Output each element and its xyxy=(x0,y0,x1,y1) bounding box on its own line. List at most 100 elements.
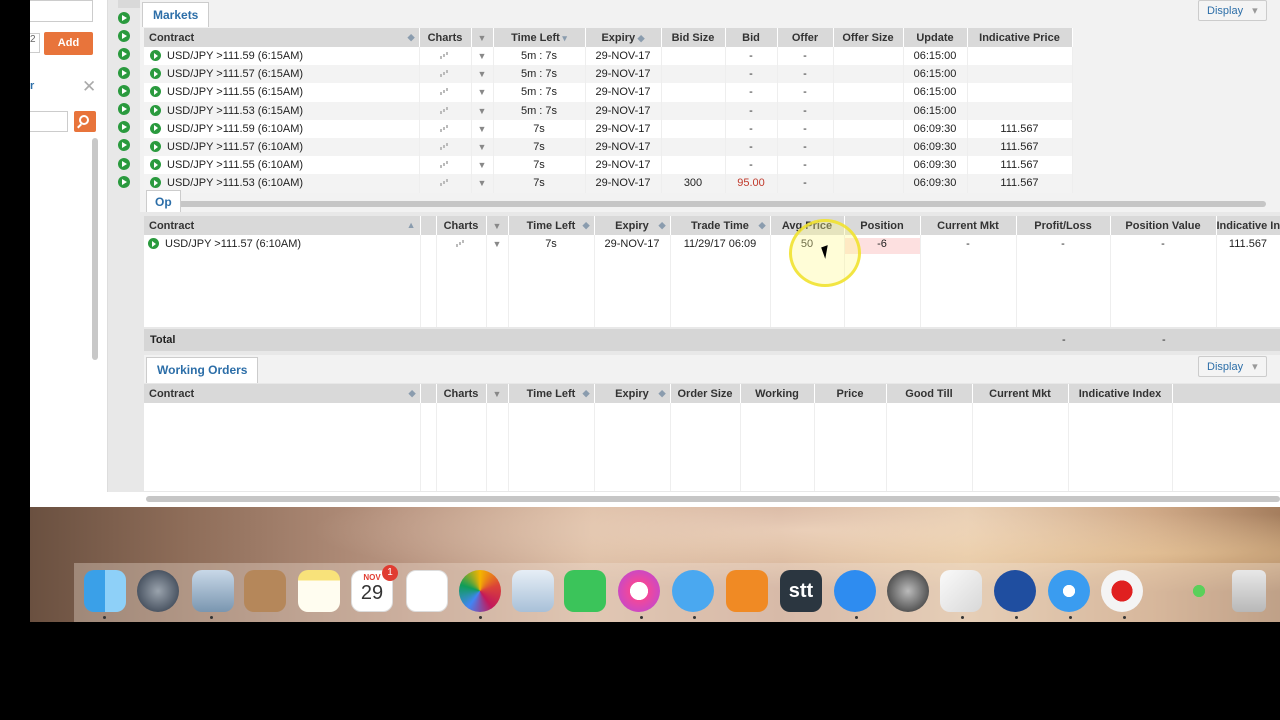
search-input[interactable] xyxy=(30,111,68,132)
table-row[interactable]: USD/JPY >111.59 (6:15AM) ▼ 5m : 7s 29-NOV-1… xyxy=(144,47,1073,66)
col-position[interactable]: Position xyxy=(844,216,921,235)
col-contract[interactable]: Contract ▲ xyxy=(144,216,421,235)
table-row[interactable]: USD/JPY >111.55 (6:10AM) ▼ 7s 29-NOV-17 - - 06… xyxy=(144,156,1073,175)
col-position-value[interactable]: Position Value xyxy=(1110,216,1217,235)
bar-chart-icon[interactable] xyxy=(440,160,450,169)
preview-icon[interactable] xyxy=(192,570,234,612)
chevron-down-icon[interactable]: ▼ xyxy=(478,69,487,79)
bar-chart-icon[interactable] xyxy=(440,106,450,114)
sort-icon[interactable]: ◆ xyxy=(409,388,416,399)
quantity-field[interactable]: 2 xyxy=(30,33,40,53)
col-bid[interactable]: Bid xyxy=(725,28,778,47)
position-menu[interactable]: ▼ xyxy=(486,235,509,327)
play-icon[interactable] xyxy=(150,104,161,116)
table-row[interactable]: USD/JPY >111.59 (6:10AM) ▼ 7s 29-NOV-17 - - 06… xyxy=(144,119,1073,138)
sort-icon[interactable]: ◆ xyxy=(583,220,590,231)
market-contract[interactable]: USD/JPY >111.55 (6:15AM) xyxy=(144,83,420,102)
market-menu[interactable]: ▼ xyxy=(471,47,494,66)
sparkle-app-icon[interactable] xyxy=(1178,570,1220,612)
calendar-icon[interactable]: NOV 29 1 xyxy=(351,565,398,612)
play-icon[interactable] xyxy=(118,12,130,24)
chevron-down-icon[interactable]: ▼ xyxy=(478,142,487,152)
chevron-down-icon[interactable]: ▼ xyxy=(493,221,502,231)
trash-icon[interactable] xyxy=(1232,570,1266,612)
table-row[interactable]: USD/JPY >111.55 (6:15AM) ▼ 5m : 7s 29-NOV-1… xyxy=(144,83,1073,102)
markets-display-button[interactable]: Display xyxy=(1198,0,1267,21)
itunes-icon[interactable] xyxy=(618,570,660,612)
position-chart[interactable] xyxy=(436,235,487,327)
col-time-left[interactable]: Time Left ◆ xyxy=(508,216,595,235)
play-icon[interactable] xyxy=(150,177,161,189)
col-charts[interactable]: Charts xyxy=(436,384,487,403)
play-icon[interactable] xyxy=(148,238,159,249)
market-menu[interactable]: ▼ xyxy=(471,137,494,157)
bar-chart-icon[interactable] xyxy=(440,87,450,96)
col-menu[interactable]: ▼ xyxy=(486,216,509,235)
play-icon[interactable] xyxy=(118,66,130,79)
market-contract[interactable]: USD/JPY >111.59 (6:15AM) xyxy=(144,47,420,66)
market-contract[interactable]: USD/JPY >111.55 (6:10AM) xyxy=(144,156,420,175)
sort-icon[interactable]: ▲ xyxy=(407,220,416,230)
play-icon[interactable] xyxy=(150,159,161,171)
sort-icon[interactable]: ◆ xyxy=(759,220,766,231)
bar-chart-icon[interactable] xyxy=(440,142,450,151)
sort-icon[interactable]: ◆ xyxy=(583,388,590,399)
chevron-down-icon[interactable]: ▼ xyxy=(478,160,487,170)
launchpad-icon[interactable] xyxy=(137,570,179,612)
bar-chart-icon[interactable] xyxy=(440,124,450,132)
col-charts[interactable]: Charts xyxy=(436,216,487,235)
play-icon[interactable] xyxy=(118,157,130,170)
col-menu[interactable]: ▼ xyxy=(471,28,494,47)
chevron-down-icon[interactable]: ▼ xyxy=(478,51,487,61)
left-scrollbar[interactable] xyxy=(92,138,98,360)
chevron-down-icon[interactable]: ▼ xyxy=(478,33,487,43)
bar-chart-icon[interactable] xyxy=(440,51,450,60)
col-offer[interactable]: Offer xyxy=(777,28,834,47)
stt-app-icon[interactable]: stt xyxy=(780,570,822,612)
col-charts[interactable]: Charts xyxy=(419,28,472,47)
tab-markets[interactable]: Markets xyxy=(142,2,210,27)
play-icon[interactable] xyxy=(118,30,130,43)
chevron-down-icon[interactable]: ▼ xyxy=(478,124,487,134)
col-indicative-index[interactable]: Indicative Index xyxy=(1068,384,1173,403)
left-tab-label[interactable]: r xyxy=(30,80,36,100)
facetime-icon[interactable] xyxy=(564,570,606,612)
market-menu[interactable]: ▼ xyxy=(471,83,494,102)
market-contract[interactable]: USD/JPY >111.57 (6:15AM) xyxy=(144,65,420,84)
finder-icon[interactable] xyxy=(84,570,126,612)
play-icon[interactable] xyxy=(118,175,130,188)
col-select[interactable] xyxy=(420,216,437,235)
col-select[interactable] xyxy=(420,384,437,403)
sort-icon[interactable]: ◆ xyxy=(659,388,666,399)
search-button[interactable] xyxy=(74,111,96,132)
position-contract[interactable]: USD/JPY >111.57 (6:10AM) xyxy=(144,235,421,327)
market-menu[interactable]: ▼ xyxy=(471,174,494,193)
chevron-down-icon[interactable]: ▼ xyxy=(493,239,502,249)
col-working[interactable]: Working xyxy=(740,384,815,403)
market-menu[interactable]: ▼ xyxy=(471,101,494,120)
play-icon[interactable] xyxy=(150,141,161,153)
play-icon[interactable] xyxy=(118,84,130,97)
market-chart[interactable] xyxy=(419,137,472,157)
col-contract[interactable]: Contract ◆ xyxy=(144,28,420,47)
notes-icon[interactable] xyxy=(298,570,340,612)
app-store-icon[interactable] xyxy=(834,570,876,612)
bar-chart-icon[interactable] xyxy=(456,239,466,247)
table-row[interactable]: USD/JPY >111.53 (6:10AM) ▼ 7s 29-NOV-17 300 9… xyxy=(144,174,1073,193)
market-contract[interactable]: USD/JPY >111.59 (6:10AM) xyxy=(144,119,420,138)
screen-recorder-icon[interactable] xyxy=(1101,570,1143,612)
position-select[interactable] xyxy=(420,235,437,327)
chevron-down-icon[interactable]: ▼ xyxy=(478,87,487,97)
col-time-left[interactable]: Time Left ▾ xyxy=(493,28,586,47)
market-chart[interactable] xyxy=(419,47,472,66)
col-indicative-index[interactable]: Indicative Index xyxy=(1216,216,1280,235)
tab-working-orders[interactable]: Working Orders xyxy=(146,357,259,383)
market-chart[interactable] xyxy=(419,65,472,84)
play-icon[interactable] xyxy=(150,122,161,134)
play-icon[interactable] xyxy=(118,48,130,61)
photos-icon[interactable] xyxy=(459,570,501,612)
market-chart[interactable] xyxy=(419,174,472,193)
market-chart[interactable] xyxy=(419,101,472,120)
col-update[interactable]: Update xyxy=(903,28,968,47)
col-good-till[interactable]: Good Till xyxy=(886,384,973,403)
